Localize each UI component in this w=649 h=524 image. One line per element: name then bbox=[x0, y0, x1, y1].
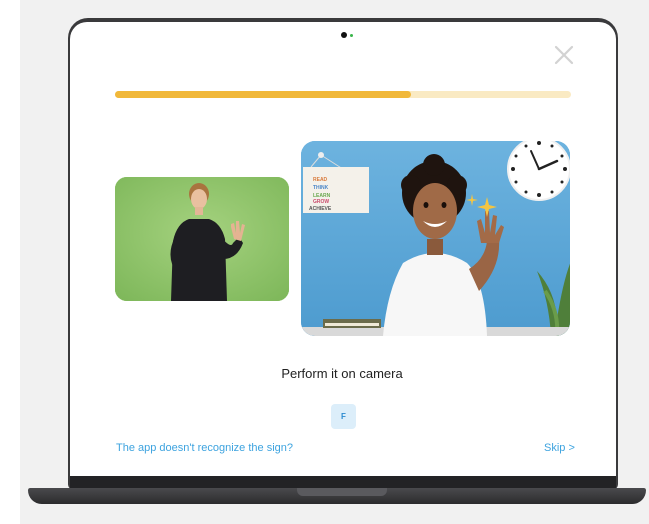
lesson-progress-fill bbox=[115, 91, 412, 98]
interpreter-illustration bbox=[115, 177, 289, 301]
svg-text:THINK: THINK bbox=[313, 185, 329, 191]
webcam-indicator bbox=[350, 34, 353, 37]
instruction-text: Perform it on camera bbox=[281, 366, 403, 381]
svg-text:ACHIEVE: ACHIEVE bbox=[309, 206, 332, 212]
svg-text:READ: READ bbox=[313, 177, 328, 183]
skip-button[interactable]: Skip > bbox=[544, 442, 575, 454]
close-button[interactable] bbox=[553, 44, 575, 66]
sign-reference-video[interactable] bbox=[115, 177, 289, 301]
webcam-icon bbox=[341, 32, 347, 38]
sign-not-recognized-link[interactable]: The app doesn't recognize the sign? bbox=[116, 442, 293, 454]
lesson-progress-bar bbox=[115, 91, 571, 98]
laptop-bezel bbox=[70, 476, 616, 488]
child-camera-illustration: READ THINK LEARN GROW ACHIEVE bbox=[301, 141, 570, 336]
camera-feed: READ THINK LEARN GROW ACHIEVE bbox=[301, 141, 570, 336]
close-icon bbox=[554, 45, 574, 65]
laptop-hinge-notch bbox=[297, 488, 387, 496]
svg-text:GROW: GROW bbox=[313, 199, 329, 205]
target-letter-chip: F bbox=[331, 404, 356, 429]
